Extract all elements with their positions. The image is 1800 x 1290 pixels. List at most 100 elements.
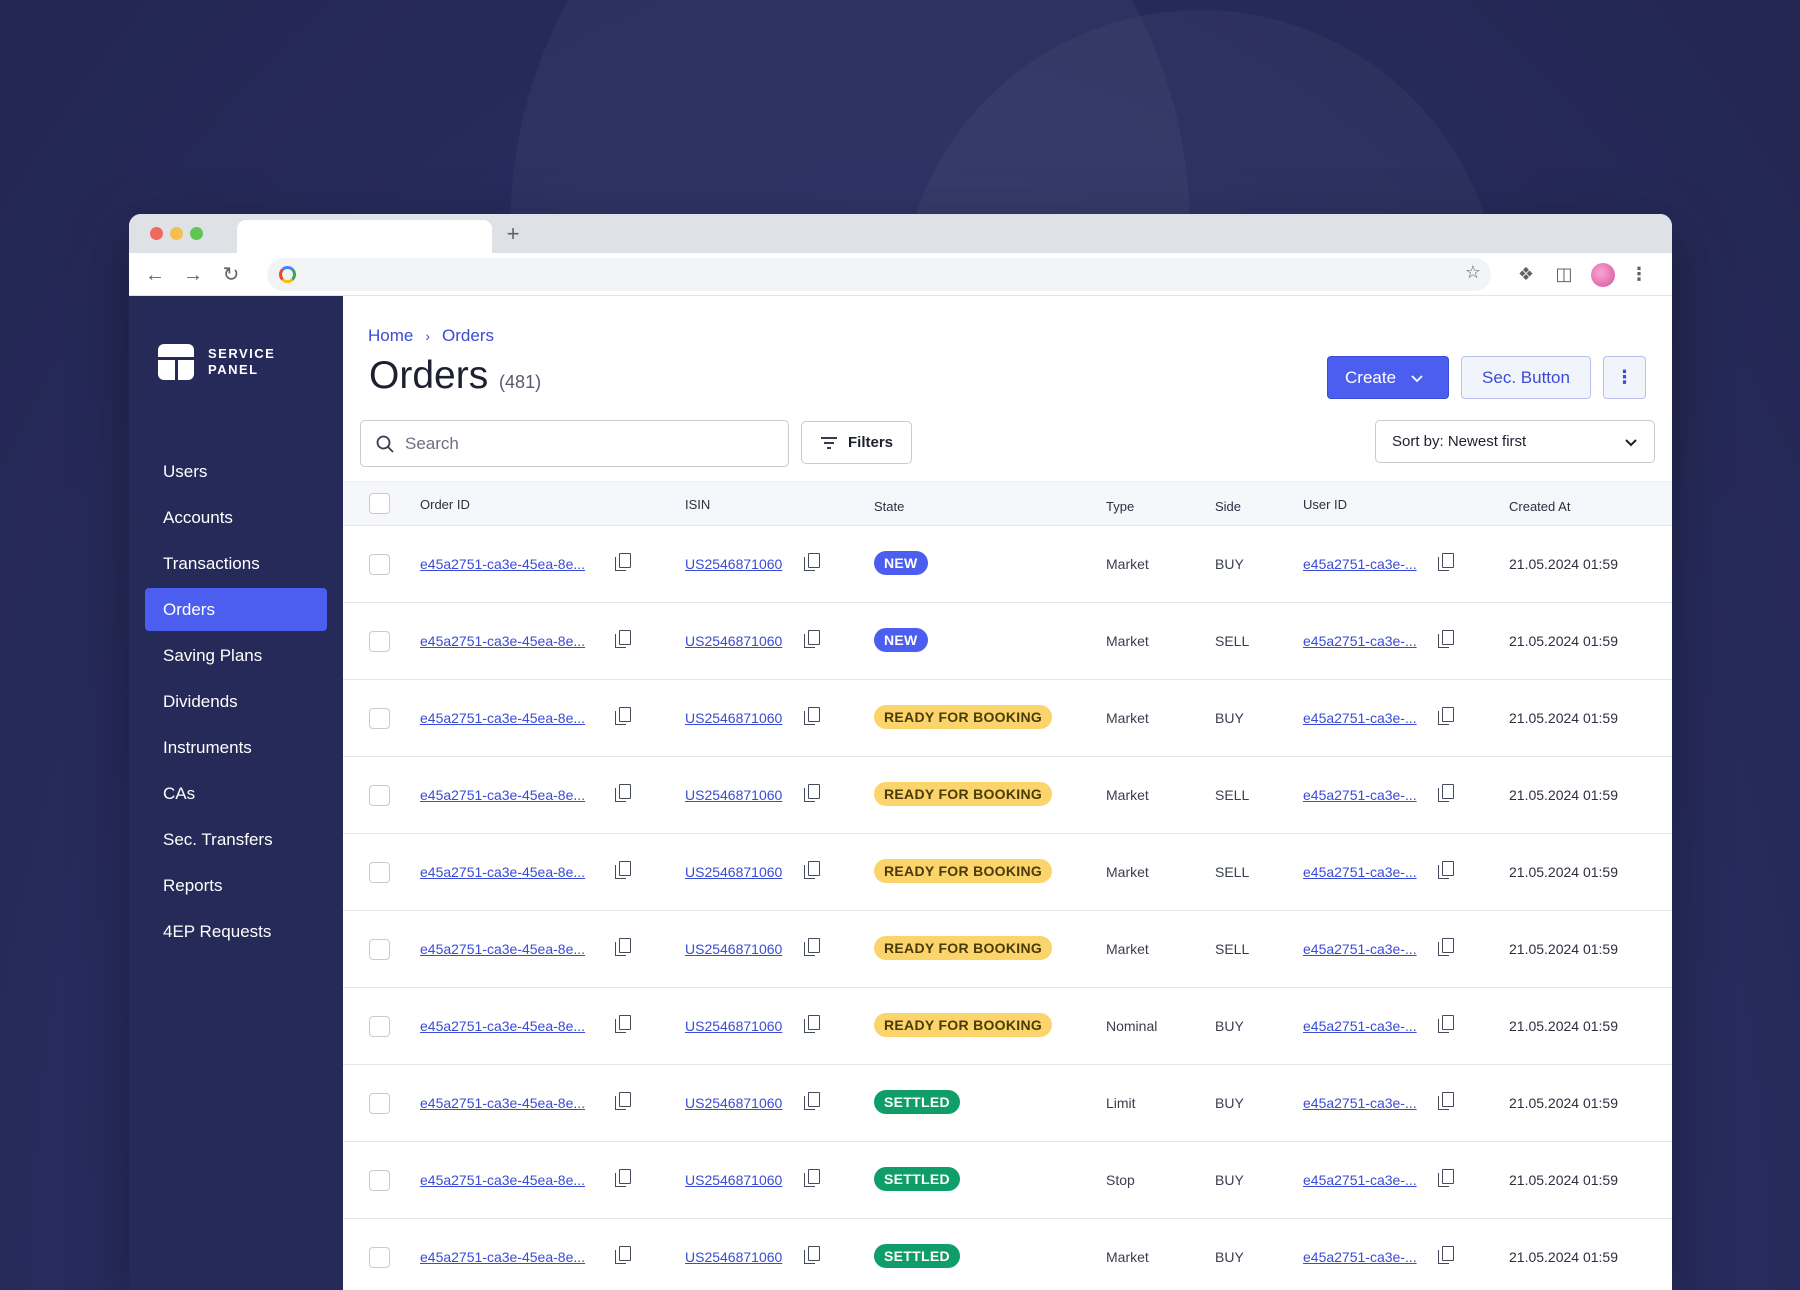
table-row[interactable]: e45a2751-ca3e-45ea-8e... US2546871060 SETT…: [343, 1142, 1672, 1219]
select-all-checkbox[interactable]: [369, 493, 390, 514]
row-checkbox[interactable]: [369, 862, 390, 883]
table-row[interactable]: e45a2751-ca3e-45ea-8e... US2546871060 READ…: [343, 680, 1672, 757]
table-row[interactable]: e45a2751-ca3e-45ea-8e... US2546871060 READ…: [343, 988, 1672, 1065]
copy-icon[interactable]: [615, 707, 631, 725]
copy-icon[interactable]: [804, 553, 820, 571]
column-header-side[interactable]: Side: [1215, 499, 1241, 514]
column-header-isin[interactable]: ISIN: [685, 497, 710, 512]
copy-icon[interactable]: [615, 784, 631, 802]
sidebar-item-users[interactable]: Users: [145, 450, 327, 493]
copy-icon[interactable]: [1438, 784, 1454, 802]
row-checkbox[interactable]: [369, 631, 390, 652]
table-row[interactable]: e45a2751-ca3e-45ea-8e... US2546871060 SETT…: [343, 1065, 1672, 1142]
sec-button[interactable]: Sec. Button: [1461, 356, 1591, 399]
user-id-link[interactable]: e45a2751-ca3e-...: [1303, 1018, 1417, 1034]
sidebar-item-saving-plans[interactable]: Saving Plans: [145, 634, 327, 677]
copy-icon[interactable]: [615, 938, 631, 956]
breadcrumb-home[interactable]: Home: [368, 326, 413, 345]
isin-link[interactable]: US2546871060: [685, 864, 782, 880]
order-id-link[interactable]: e45a2751-ca3e-45ea-8e...: [420, 1172, 585, 1188]
copy-icon[interactable]: [615, 1246, 631, 1264]
order-id-link[interactable]: e45a2751-ca3e-45ea-8e...: [420, 1249, 585, 1265]
user-id-link[interactable]: e45a2751-ca3e-...: [1303, 1172, 1417, 1188]
browser-menu-icon[interactable]: ⋮: [1626, 261, 1652, 287]
order-id-link[interactable]: e45a2751-ca3e-45ea-8e...: [420, 787, 585, 803]
isin-link[interactable]: US2546871060: [685, 941, 782, 957]
search-input[interactable]: Search: [360, 420, 789, 467]
user-id-link[interactable]: e45a2751-ca3e-...: [1303, 864, 1417, 880]
copy-icon[interactable]: [1438, 1169, 1454, 1187]
copy-icon[interactable]: [804, 630, 820, 648]
back-arrow-icon[interactable]: ←: [141, 261, 169, 289]
user-id-link[interactable]: e45a2751-ca3e-...: [1303, 787, 1417, 803]
copy-icon[interactable]: [615, 861, 631, 879]
column-header-state[interactable]: State: [874, 499, 904, 514]
reload-icon[interactable]: ↻: [217, 261, 245, 289]
create-button[interactable]: Create: [1327, 356, 1449, 399]
column-header-created-at[interactable]: Created At: [1509, 499, 1570, 514]
user-id-link[interactable]: e45a2751-ca3e-...: [1303, 1095, 1417, 1111]
window-minimize-button[interactable]: [170, 227, 183, 240]
sidebar-item-instruments[interactable]: Instruments: [145, 726, 327, 769]
copy-icon[interactable]: [1438, 1092, 1454, 1110]
sidebar-item-transactions[interactable]: Transactions: [145, 542, 327, 585]
profile-avatar[interactable]: [1591, 263, 1615, 287]
table-row[interactable]: e45a2751-ca3e-45ea-8e... US2546871060 READ…: [343, 834, 1672, 911]
copy-icon[interactable]: [1438, 1015, 1454, 1033]
sidebar-item-dividends[interactable]: Dividends: [145, 680, 327, 723]
isin-link[interactable]: US2546871060: [685, 1249, 782, 1265]
brand-logo[interactable]: SERVICE PANEL: [158, 344, 275, 380]
window-maximize-button[interactable]: [190, 227, 203, 240]
copy-icon[interactable]: [615, 630, 631, 648]
copy-icon[interactable]: [1438, 553, 1454, 571]
user-id-link[interactable]: e45a2751-ca3e-...: [1303, 941, 1417, 957]
copy-icon[interactable]: [804, 1246, 820, 1264]
isin-link[interactable]: US2546871060: [685, 1095, 782, 1111]
order-id-link[interactable]: e45a2751-ca3e-45ea-8e...: [420, 710, 585, 726]
sidebar-item-4ep-requests[interactable]: 4EP Requests: [145, 910, 327, 953]
copy-icon[interactable]: [1438, 861, 1454, 879]
bookmark-star-icon[interactable]: ☆: [1465, 262, 1481, 283]
row-checkbox[interactable]: [369, 1093, 390, 1114]
copy-icon[interactable]: [1438, 707, 1454, 725]
row-checkbox[interactable]: [369, 939, 390, 960]
copy-icon[interactable]: [615, 553, 631, 571]
sidebar-item-reports[interactable]: Reports: [145, 864, 327, 907]
sort-select[interactable]: Sort by: Newest first: [1375, 420, 1655, 463]
isin-link[interactable]: US2546871060: [685, 710, 782, 726]
copy-icon[interactable]: [1438, 1246, 1454, 1264]
isin-link[interactable]: US2546871060: [685, 1172, 782, 1188]
order-id-link[interactable]: e45a2751-ca3e-45ea-8e...: [420, 633, 585, 649]
forward-arrow-icon[interactable]: →: [179, 261, 207, 289]
row-checkbox[interactable]: [369, 785, 390, 806]
copy-icon[interactable]: [804, 1092, 820, 1110]
copy-icon[interactable]: [1438, 938, 1454, 956]
copy-icon[interactable]: [615, 1092, 631, 1110]
copy-icon[interactable]: [804, 861, 820, 879]
new-tab-button[interactable]: +: [499, 220, 527, 248]
isin-link[interactable]: US2546871060: [685, 1018, 782, 1034]
copy-icon[interactable]: [804, 1169, 820, 1187]
column-header-type[interactable]: Type: [1106, 499, 1134, 514]
row-checkbox[interactable]: [369, 1247, 390, 1268]
filters-button[interactable]: Filters: [801, 421, 912, 464]
order-id-link[interactable]: e45a2751-ca3e-45ea-8e...: [420, 1018, 585, 1034]
copy-icon[interactable]: [804, 938, 820, 956]
copy-icon[interactable]: [804, 707, 820, 725]
isin-link[interactable]: US2546871060: [685, 556, 782, 572]
sidebar-item-orders[interactable]: Orders: [145, 588, 327, 631]
copy-icon[interactable]: [615, 1015, 631, 1033]
copy-icon[interactable]: [1438, 630, 1454, 648]
user-id-link[interactable]: e45a2751-ca3e-...: [1303, 1249, 1417, 1265]
copy-icon[interactable]: [804, 1015, 820, 1033]
row-checkbox[interactable]: [369, 554, 390, 575]
table-row[interactable]: e45a2751-ca3e-45ea-8e... US2546871060 READ…: [343, 911, 1672, 988]
row-checkbox[interactable]: [369, 1170, 390, 1191]
side-panel-icon[interactable]: ◫: [1551, 261, 1577, 287]
kebab-menu-icon[interactable]: ⋮: [1603, 356, 1646, 399]
row-checkbox[interactable]: [369, 708, 390, 729]
sidebar-item-accounts[interactable]: Accounts: [145, 496, 327, 539]
sidebar-item-cas[interactable]: CAs: [145, 772, 327, 815]
sidebar-item-sec-transfers[interactable]: Sec. Transfers: [145, 818, 327, 861]
order-id-link[interactable]: e45a2751-ca3e-45ea-8e...: [420, 864, 585, 880]
